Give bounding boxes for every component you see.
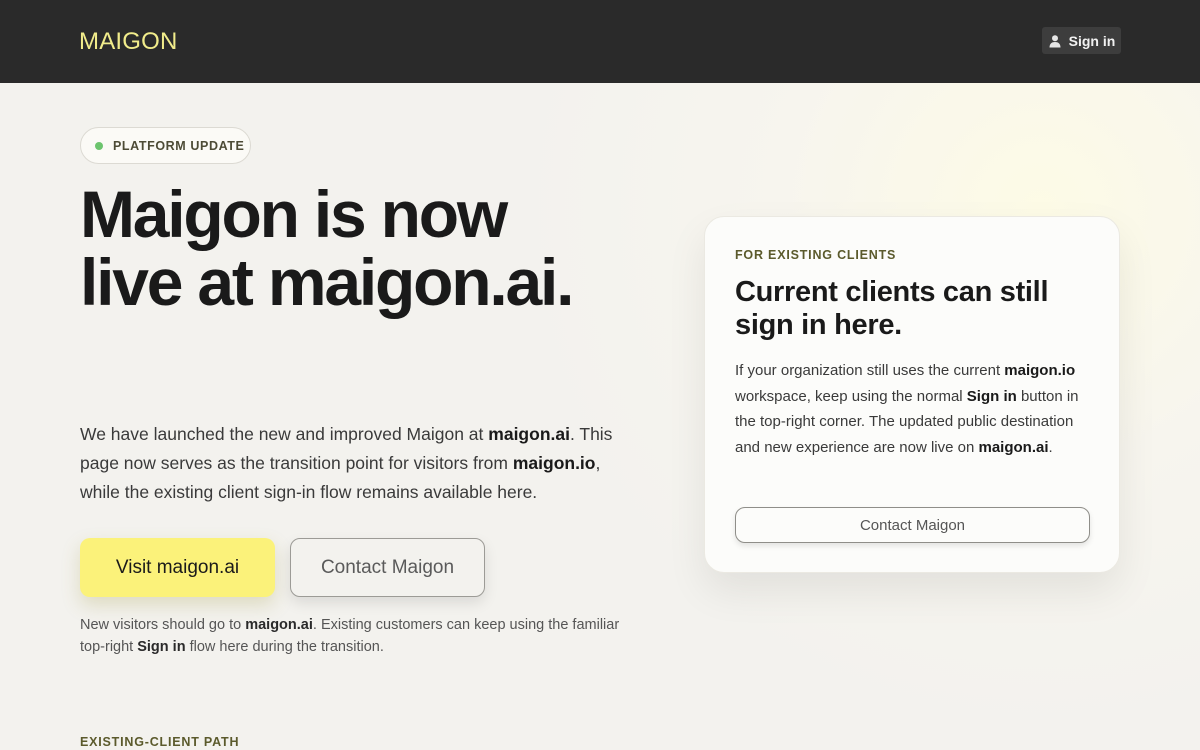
logo[interactable]: MAIGON: [79, 28, 178, 56]
intro-bold-1: maigon.ai: [488, 424, 570, 444]
badge-label: PLATFORM UPDATE: [113, 138, 245, 153]
intro-text-1: We have launched the new and improved Ma…: [80, 424, 489, 444]
status-dot-icon: [95, 141, 103, 150]
contact-maigon-button[interactable]: Contact Maigon: [290, 538, 485, 597]
top-navigation-bar: MAIGON Sign in: [0, 0, 1200, 83]
card-bold-3: maigon.ai: [978, 438, 1049, 456]
user-icon: [1049, 34, 1061, 47]
platform-update-badge: PLATFORM UPDATE: [80, 127, 251, 164]
card-bold-2: Sign in: [966, 387, 1017, 405]
card-text-2: workspace, keep using the normal: [735, 387, 967, 405]
existing-client-path-heading: EXISTING-CLIENT PATH: [80, 735, 240, 749]
page-title: Maigon is now live at maigon.ai.: [80, 177, 574, 319]
visit-maigon-ai-button[interactable]: Visit maigon.ai: [80, 538, 275, 597]
intro-bold-2: maigon.io: [512, 453, 596, 473]
sign-in-button[interactable]: Sign in: [1042, 27, 1121, 54]
sign-in-label: Sign in: [1068, 32, 1116, 49]
note-bold-1: maigon.ai: [245, 617, 313, 633]
note-text-3: flow here during the transition.: [185, 639, 384, 655]
intro-paragraph: We have launched the new and improved Ma…: [80, 420, 640, 507]
transition-note: New visitors should go to maigon.ai. Exi…: [80, 614, 640, 658]
note-bold-2: Sign in: [137, 639, 186, 655]
card-body: If your organization still uses the curr…: [735, 358, 1100, 460]
card-text-4: .: [1048, 438, 1053, 456]
note-text-1: New visitors should go to: [80, 617, 246, 633]
card-text-1: If your organization still uses the curr…: [735, 362, 1005, 379]
card-bold-1: maigon.io: [1004, 362, 1076, 379]
card-contact-maigon-button[interactable]: Contact Maigon: [735, 507, 1090, 543]
card-title: Current clients can still sign in here.: [735, 276, 1049, 341]
card-eyebrow: FOR EXISTING CLIENTS: [735, 248, 897, 262]
existing-clients-card: FOR EXISTING CLIENTS Current clients can…: [704, 216, 1120, 573]
